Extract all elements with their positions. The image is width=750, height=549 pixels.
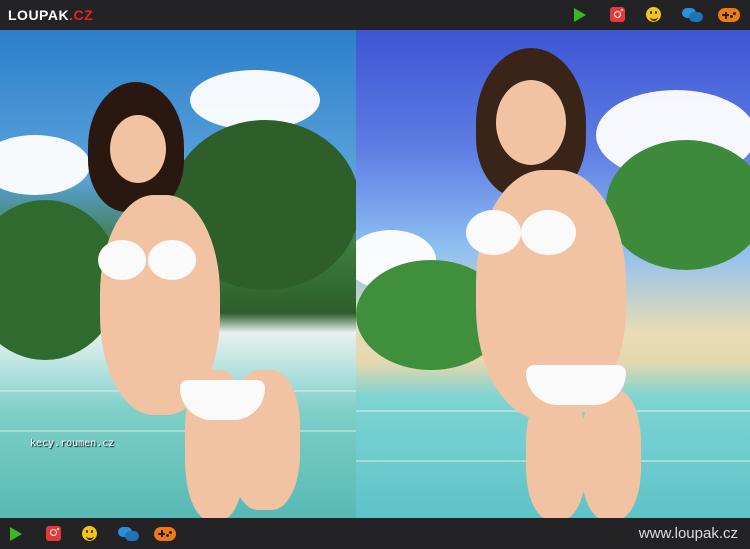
- tree: [606, 140, 750, 270]
- site-logo[interactable]: LOUPAK .CZ: [8, 7, 93, 23]
- illustration-panel: [356, 30, 750, 518]
- bikini-top: [521, 210, 576, 255]
- logo-name: LOUPAK: [8, 7, 70, 23]
- face: [496, 80, 566, 165]
- bikini-top: [466, 210, 521, 255]
- cloud: [0, 135, 90, 195]
- logo-tld: .CZ: [69, 7, 94, 23]
- main-image: kecy.roumen.cz: [0, 30, 750, 518]
- top-icon-group: [574, 6, 740, 24]
- play-icon[interactable]: [10, 525, 32, 543]
- photo-panel: kecy.roumen.cz: [0, 30, 356, 518]
- bikini-top: [98, 240, 146, 280]
- bikini-top: [148, 240, 196, 280]
- smiley-icon[interactable]: [82, 525, 104, 543]
- gamepad-icon[interactable]: [718, 6, 740, 24]
- water-ripple: [0, 430, 356, 432]
- bottom-icon-group: [10, 525, 176, 543]
- site-url[interactable]: www.loupak.cz: [639, 525, 738, 542]
- face: [110, 115, 166, 183]
- chat-icon[interactable]: [118, 526, 140, 542]
- leg: [581, 390, 641, 518]
- leg: [526, 390, 586, 518]
- watermark-text: kecy.roumen.cz: [30, 438, 115, 449]
- gamepad-icon[interactable]: [154, 525, 176, 543]
- top-bar: LOUPAK .CZ: [0, 0, 750, 30]
- chat-icon[interactable]: [682, 7, 704, 23]
- instagram-icon[interactable]: [46, 525, 68, 543]
- smiley-icon[interactable]: [646, 6, 668, 24]
- instagram-icon[interactable]: [610, 6, 632, 24]
- bottom-bar: www.loupak.cz: [0, 518, 750, 549]
- bikini-bottom: [526, 365, 626, 405]
- play-icon[interactable]: [574, 6, 596, 24]
